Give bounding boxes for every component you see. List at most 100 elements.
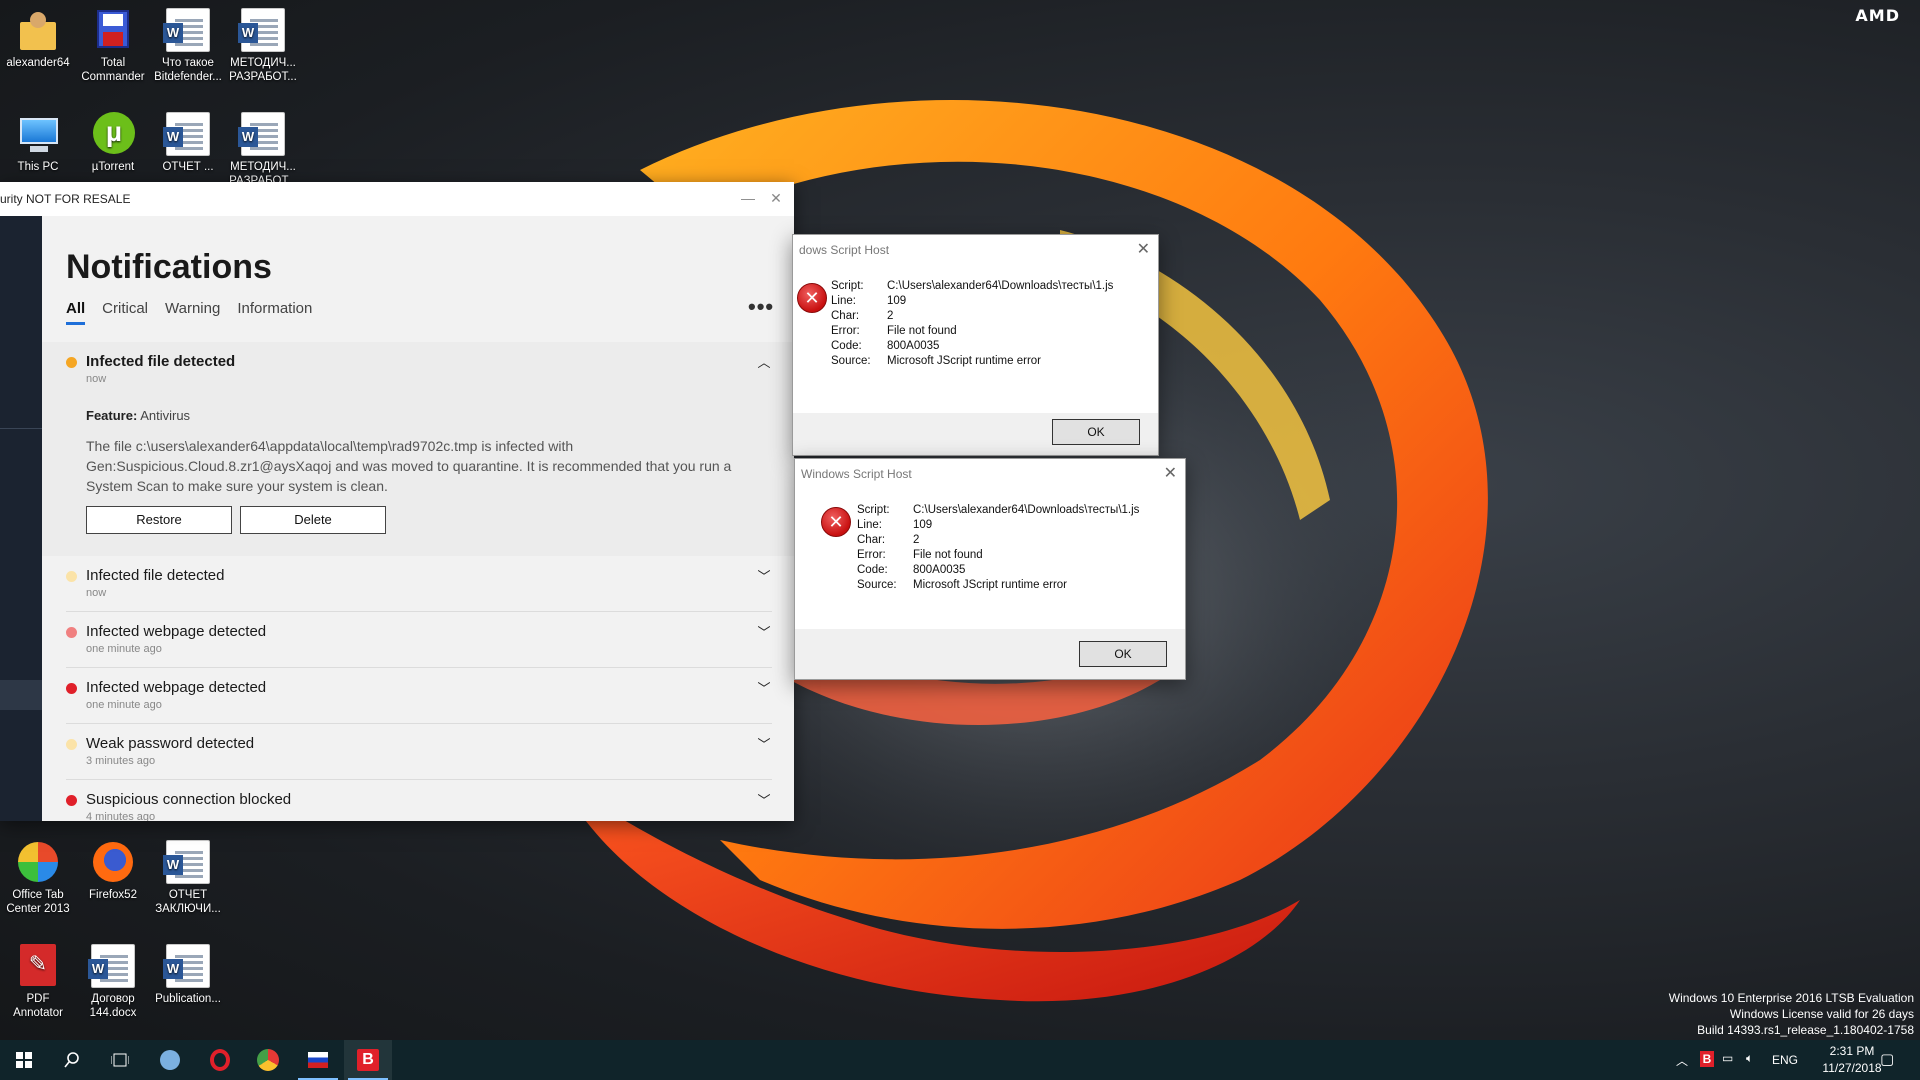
chevron-up-icon[interactable]: ︿ [756,352,772,370]
desktop-icon-office-tab[interactable]: Office Tab Center 2013 [2,840,74,916]
detail-row: Script: C:\Users\alexander64\Downloads\те… [831,280,1114,292]
tab-critical[interactable]: Critical [102,300,148,323]
ok-button[interactable]: OK [1079,641,1167,667]
desktop-icon-metodich-2[interactable]: W МЕТОДИЧ... РАЗРАБОТ... [227,112,299,188]
action-center-icon[interactable]: ▢ [1880,1050,1894,1068]
ok-button[interactable]: OK [1052,419,1140,445]
start-button[interactable] [0,1040,48,1080]
chevron-down-icon[interactable]: ﹀ [756,734,772,752]
desktop-icon-publication[interactable]: W Publication... [152,944,224,1006]
desktop-icon-dogovor[interactable]: W Договор 144.docx [77,944,149,1020]
desktop-icon-bitdefender-doc[interactable]: W Что такое Bitdefender... [152,8,224,84]
search-icon [64,1052,79,1068]
dialog-footer: OK [795,629,1185,679]
wsh-error-dialog-back: dows Script Host ✕ ✕ Script: C:\Users\ale… [792,234,1159,456]
taskbar-app-flag[interactable] [294,1040,342,1080]
close-icon[interactable]: ✕ [1137,239,1150,259]
chevron-down-icon[interactable]: ﹀ [756,566,772,584]
amd-logo: AMD [1855,6,1900,25]
windows-evaluation-watermark: Windows 10 Enterprise 2016 LTSB Evaluati… [1668,991,1914,1037]
word-doc-icon: W [163,8,210,52]
error-icon: ✕ [821,507,851,537]
office-tab-icon [16,840,60,884]
tray-overflow-chevron-icon[interactable]: ︿ [1676,1052,1688,1069]
chrome-icon [257,1049,279,1071]
severity-dot [66,683,77,694]
computer-icon [16,112,60,156]
notification-description: The file c:\users\alexander64\appdata\lo… [86,438,732,494]
list-item[interactable]: Weak password detected 3 minutes ago ﹀ [66,724,772,780]
window-titlebar[interactable]: urity NOT FOR RESALE — ✕ [0,182,794,216]
detail-row: Code: 800A0035 [857,564,966,576]
page-title: Notifications [66,248,272,286]
sidebar-item-notifications[interactable] [0,680,42,710]
more-options-button[interactable]: ••• [748,294,774,320]
close-button[interactable]: ✕ [766,188,786,208]
taskbar-app-bird[interactable] [146,1040,194,1080]
tab-warning[interactable]: Warning [165,300,220,323]
chevron-down-icon[interactable]: ﹀ [756,622,772,640]
volume-icon[interactable]: 🔈︎ [1746,1051,1753,1066]
list-item[interactable]: Suspicious connection blocked 4 minutes … [66,780,772,821]
sidebar-divider [0,428,42,429]
delete-button[interactable]: Delete [240,506,386,534]
tab-information[interactable]: Information [237,300,312,323]
detail-row: Script: C:\Users\alexander64\Downloads\те… [857,504,1140,516]
minimize-button[interactable]: — [738,188,758,208]
feature-label: Feature: [86,408,138,423]
taskbar-bitdefender[interactable]: B [344,1040,392,1080]
windows-logo-icon [16,1052,32,1068]
desktop-icon-total-commander[interactable]: Total Commander [77,8,149,84]
notification-time: one minute ago [86,699,162,711]
list-item[interactable]: Infected file detected now ﹀ [66,556,772,612]
severity-dot [66,571,77,582]
dialog-titlebar[interactable]: dows Script Host ✕ [793,235,1158,265]
list-item[interactable]: Infected webpage detected one minute ago… [66,668,772,724]
floppy-disk-icon [91,8,135,52]
tray-bitdefender-icon[interactable]: B [1700,1051,1714,1067]
desktop-icon-metodich-1[interactable]: W МЕТОДИЧ... РАЗРАБОТ... [227,8,299,84]
word-doc-icon: W [238,112,285,156]
desktop-icon-alexander64[interactable]: alexander64 [2,8,74,70]
dialog-titlebar[interactable]: Windows Script Host ✕ [795,459,1185,489]
desktop-icon-firefox[interactable]: Firefox52 [77,840,149,902]
detail-row: Char: 2 [857,534,920,546]
notification-title: Infected file detected [86,353,236,370]
window-title: urity NOT FOR RESALE [0,192,131,206]
notification-time: now [86,587,107,599]
severity-dot [66,357,77,368]
restore-button[interactable]: Restore [86,506,232,534]
detail-row: Line: 109 [831,295,907,307]
notification-title: Infected file detected [86,567,225,584]
notification-title: Weak password detected [86,735,255,752]
word-doc-icon: W [163,840,210,884]
task-view-button[interactable] [96,1040,144,1080]
list-item[interactable]: Infected webpage detected one minute ago… [66,612,772,668]
desktop-icon-pdf-annotator[interactable]: ✎ PDF Annotator [2,944,74,1020]
notification-title: Infected webpage detected [86,623,267,640]
desktop-icon-utorrent[interactable]: µ µTorrent [77,112,149,174]
dialog-body: ✕ Script: C:\Users\alexander64\Downloads\… [793,265,1158,415]
desktop-icon-otchet-1[interactable]: W ОТЧЕТ ... [152,112,224,174]
tab-all[interactable]: All [66,300,86,325]
chevron-down-icon[interactable]: ﹀ [756,678,772,696]
search-button[interactable] [48,1040,96,1080]
network-icon[interactable]: ▭ [1722,1051,1733,1065]
word-doc-icon: W [88,944,135,988]
desktop-icon-this-pc[interactable]: This PC [2,112,74,174]
taskbar-chrome[interactable] [244,1040,292,1080]
notification-time: one minute ago [86,643,162,655]
wsh-error-dialog-front: Windows Script Host ✕ ✕ Script: C:\Users\… [794,458,1186,680]
pdf-annotator-icon: ✎ [16,944,60,988]
taskbar: B ︿ B ▭ 🔈︎ ENG 2:31 PM 11/27/2018 ▢ [0,1040,1920,1080]
notification-expanded[interactable]: Infected file detected now ︿ Feature: An… [42,342,794,556]
detail-row: Line: 109 [857,519,933,531]
taskbar-opera[interactable] [196,1040,244,1080]
chevron-down-icon[interactable]: ﹀ [756,790,772,808]
app-sidebar [0,216,42,821]
desktop-icon-otchet-2[interactable]: W ОТЧЕТ ЗАКЛЮЧИ... [152,840,224,916]
bitdefender-notifications-window: urity NOT FOR RESALE — ✕ Notifications A… [0,182,794,821]
severity-dot [66,627,77,638]
language-indicator[interactable]: ENG [1772,1053,1798,1067]
close-icon[interactable]: ✕ [1164,463,1177,483]
